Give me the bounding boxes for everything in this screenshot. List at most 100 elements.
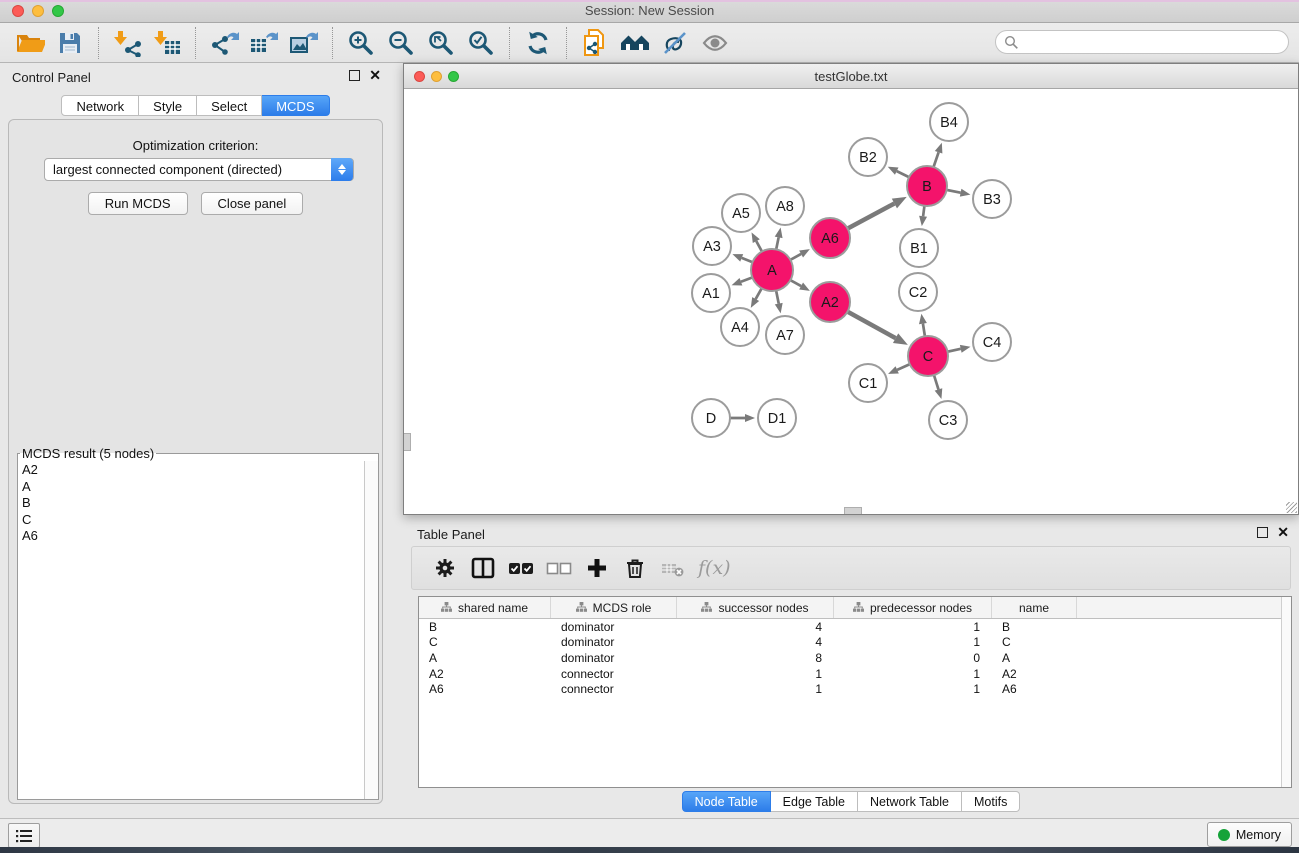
optimization-criterion-dropdown[interactable]: largest connected component (directed): [44, 158, 354, 181]
graph-edge-arrowhead: [935, 143, 943, 154]
mcds-result-item[interactable]: A2: [22, 462, 364, 479]
memory-button[interactable]: Memory: [1207, 822, 1292, 847]
save-icon[interactable]: [53, 27, 87, 59]
graph-node-B1[interactable]: B1: [900, 229, 938, 267]
toolbar-separator: [195, 27, 196, 59]
function-builder-icon[interactable]: f(x): [698, 557, 731, 579]
zoom-fit-icon[interactable]: [424, 27, 458, 59]
column-header-MCDS-role[interactable]: MCDS role: [551, 597, 677, 618]
export-image-icon[interactable]: [287, 27, 321, 59]
close-table-panel-icon[interactable]: ✕: [1277, 526, 1289, 538]
network-canvas[interactable]: A A6 A2 B C A5A8 A3 A1A4A7 B2 B4 B3 B1 C2 C4 C1 C3 D D1: [404, 89, 1298, 514]
delete-table-icon[interactable]: [658, 553, 688, 583]
column-header-name[interactable]: name: [992, 597, 1077, 618]
graph-node-C3[interactable]: C3: [929, 401, 967, 439]
table-cell: 4: [677, 635, 834, 649]
zoom-out-icon[interactable]: [384, 27, 418, 59]
graph-node-D[interactable]: D: [692, 399, 730, 437]
canvas-bottom-grip[interactable]: [844, 507, 862, 514]
task-history-button[interactable]: [8, 823, 40, 848]
window-resize-handle[interactable]: [1286, 502, 1297, 513]
zoom-in-icon[interactable]: [344, 27, 378, 59]
delete-icon[interactable]: [620, 553, 650, 583]
mcds-result-item[interactable]: C: [22, 512, 364, 529]
table-row[interactable]: Adominator80A: [419, 650, 1291, 666]
column-view-icon[interactable]: [468, 553, 498, 583]
eye-icon[interactable]: [698, 27, 732, 59]
graph-node-label: B3: [983, 192, 1001, 208]
refresh-icon[interactable]: [521, 27, 555, 59]
graph-node-B3[interactable]: B3: [973, 180, 1011, 218]
gear-icon[interactable]: [430, 553, 460, 583]
graph-node-A1[interactable]: A1: [692, 274, 730, 312]
graph-node-C4[interactable]: C4: [973, 323, 1011, 361]
deselect-all-icon[interactable]: [544, 553, 574, 583]
tab-node-table[interactable]: Node Table: [682, 791, 771, 812]
clone-network-icon[interactable]: [578, 27, 612, 59]
graph-node-A7[interactable]: A7: [766, 316, 804, 354]
search-icon: [1004, 35, 1019, 50]
select-all-icon[interactable]: [506, 553, 536, 583]
close-panel-icon[interactable]: ✕: [369, 69, 381, 81]
close-panel-button[interactable]: Close panel: [201, 192, 304, 215]
graph-node-B4[interactable]: B4: [930, 103, 968, 141]
graph-node-label: A1: [702, 286, 720, 302]
mcds-result-list[interactable]: A2ABCA6: [18, 461, 364, 799]
tab-select[interactable]: Select: [197, 95, 262, 116]
open-icon[interactable]: [13, 27, 47, 59]
table-cell: 8: [677, 651, 834, 665]
graph-node-D1[interactable]: D1: [758, 399, 796, 437]
graph-node-C1[interactable]: C1: [849, 364, 887, 402]
table-cell: 1: [677, 667, 834, 681]
graph-node-A6[interactable]: A6: [810, 218, 850, 258]
mcds-result-scrollbar[interactable]: [364, 461, 378, 799]
table-cell: B: [992, 620, 1077, 634]
tab-network-table[interactable]: Network Table: [858, 791, 962, 812]
hide-label-icon[interactable]: [658, 27, 692, 59]
column-header-shared-name[interactable]: shared name: [419, 597, 551, 618]
tab-mcds[interactable]: MCDS: [262, 95, 329, 116]
graph-node-C[interactable]: C: [908, 336, 948, 376]
table-tabs: Node TableEdge TableNetwork TableMotifs: [403, 791, 1299, 812]
graph-node-B2[interactable]: B2: [849, 138, 887, 176]
network-window-titlebar[interactable]: testGlobe.txt: [404, 64, 1298, 89]
float-panel-icon[interactable]: [349, 70, 360, 81]
tab-motifs[interactable]: Motifs: [962, 791, 1020, 812]
column-header-successor-nodes[interactable]: successor nodes: [677, 597, 834, 618]
zoom-selected-icon[interactable]: [464, 27, 498, 59]
table-row[interactable]: Bdominator41B: [419, 619, 1291, 635]
mcds-result-item[interactable]: B: [22, 495, 364, 512]
graph-node-A4[interactable]: A4: [721, 308, 759, 346]
graph-node-A8[interactable]: A8: [766, 187, 804, 225]
export-network-icon[interactable]: [207, 27, 241, 59]
tab-network[interactable]: Network: [61, 95, 139, 116]
table-cell: A6: [419, 682, 551, 696]
table-cell: connector: [551, 682, 677, 696]
graph-node-A5[interactable]: A5: [722, 194, 760, 232]
run-mcds-button[interactable]: Run MCDS: [88, 192, 188, 215]
table-scrollbar[interactable]: [1281, 597, 1291, 787]
table-row[interactable]: A2connector11A2: [419, 666, 1291, 682]
table-cell: 1: [834, 635, 992, 649]
mcds-result-item[interactable]: A: [22, 479, 364, 496]
graph-node-A2[interactable]: A2: [810, 282, 850, 322]
table-row[interactable]: A6connector11A6: [419, 681, 1291, 697]
float-table-panel-icon[interactable]: [1257, 527, 1268, 538]
home-icon[interactable]: [618, 27, 652, 59]
mcds-result-item[interactable]: A6: [22, 528, 364, 545]
tab-style[interactable]: Style: [139, 95, 197, 116]
search-input[interactable]: [995, 30, 1289, 54]
graph-node-C2[interactable]: C2: [899, 273, 937, 311]
graph-node-B[interactable]: B: [907, 166, 947, 206]
window-title: Session: New Session: [0, 3, 1299, 18]
export-table-icon[interactable]: [247, 27, 281, 59]
import-table-icon[interactable]: [150, 27, 184, 59]
table-row[interactable]: Cdominator41C: [419, 635, 1291, 651]
graph-node-A[interactable]: A: [751, 249, 793, 291]
graph-node-A3[interactable]: A3: [693, 227, 731, 265]
tab-edge-table[interactable]: Edge Table: [771, 791, 858, 812]
canvas-left-grip[interactable]: [404, 433, 411, 451]
import-network-icon[interactable]: [110, 27, 144, 59]
column-header-predecessor-nodes[interactable]: predecessor nodes: [834, 597, 992, 618]
add-icon[interactable]: [582, 553, 612, 583]
